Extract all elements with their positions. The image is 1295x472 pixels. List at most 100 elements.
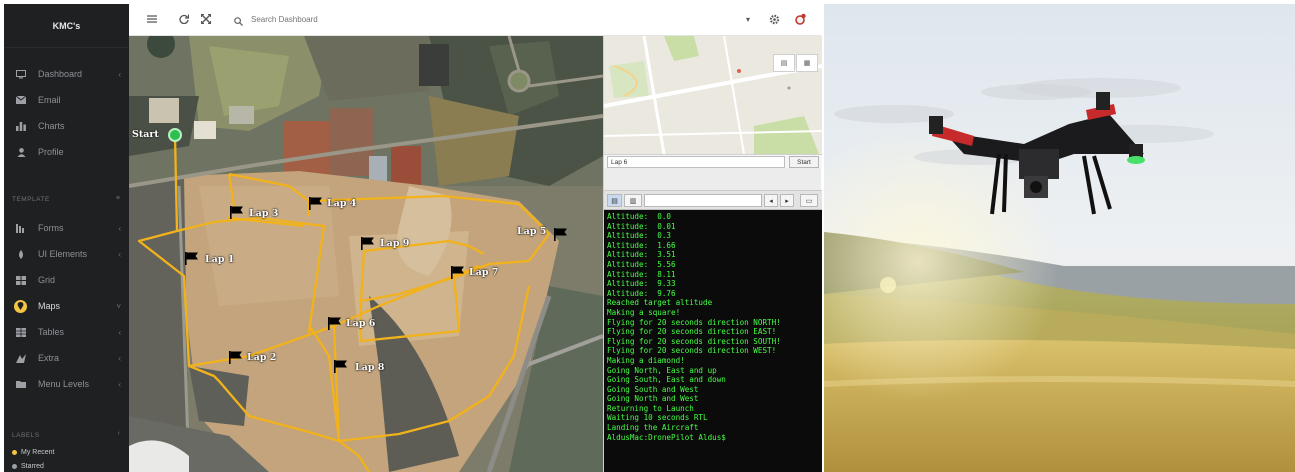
terminal-output[interactable]: Altitude: 0.0 Altitude: 0.01 Altitude: 0…: [604, 210, 822, 472]
sidebar-item-grid[interactable]: Grid: [4, 270, 129, 290]
terminal-line: Altitude: 1.66: [607, 240, 676, 250]
expand-icon[interactable]: [199, 12, 213, 26]
flag-icon[interactable]: [451, 266, 465, 279]
terminal-line: Making a diamond!: [607, 355, 685, 365]
start-marker-icon[interactable]: [168, 128, 182, 142]
flag-icon[interactable]: [554, 228, 568, 241]
satellite-view-button[interactable]: ▦: [796, 54, 818, 72]
drone-over-field-image: [824, 4, 1295, 472]
chevron-left-icon: ‹: [117, 430, 120, 437]
chevron-left-icon: ‹: [118, 353, 121, 363]
terminal-tab-icon[interactable]: ▤: [607, 194, 622, 207]
chevron-icon: ≡: [115, 195, 120, 202]
terminal-line: Reached target altitude: [607, 298, 713, 308]
terminal-line: Altitude: 0.01: [607, 221, 676, 231]
terminal-line: Returning to Launch: [607, 403, 694, 413]
sidebar-item-maps[interactable]: Maps ˅: [4, 296, 129, 316]
extra-icon: [16, 353, 26, 363]
lap-label: Lap 4: [327, 198, 357, 209]
flag-icon[interactable]: [328, 317, 342, 330]
sidebar-item-profile[interactable]: Profile: [4, 142, 129, 162]
sidebar-item-label: UI Elements: [38, 249, 88, 259]
terminal-line: Flying for 20 seconds direction NORTH!: [607, 317, 781, 327]
terminal-toolbar: ▤ ▥ ◂ ▸ ▭: [604, 190, 822, 210]
sidebar-item-extra[interactable]: Extra ‹: [4, 348, 129, 368]
map-view-button[interactable]: ▤: [773, 54, 795, 72]
chevron-down-icon: ˅: [116, 301, 121, 311]
lap-label: Lap 1: [205, 254, 235, 265]
sidebar-item-label: Forms: [38, 223, 64, 233]
lap-label: Lap 6: [346, 318, 376, 329]
sidebar: KMC's Dashboard ‹ Email Charts Profile T…: [4, 4, 129, 472]
terminal-address-field[interactable]: [644, 194, 762, 207]
mission-panel: ▤ ▦ Start ▤ ▥ ◂ ▸ ▭ Altitude: 0.0 Altitu…: [603, 36, 822, 472]
start-button[interactable]: Start: [789, 156, 819, 168]
chevron-left-icon: ‹: [118, 69, 121, 79]
chevron-left-icon: ‹: [118, 379, 121, 389]
sidebar-item-forms[interactable]: Forms ‹: [4, 218, 129, 238]
terminal-line: Altitude: 9.76: [607, 288, 676, 298]
sidebar-item-tables[interactable]: Tables ‹: [4, 322, 129, 342]
folder-icon: [16, 380, 26, 389]
terminal-line: Flying for 20 seconds direction WEST!: [607, 346, 777, 356]
flag-icon[interactable]: [361, 237, 375, 250]
lap-label: Lap 5: [517, 226, 547, 237]
chevron-right-icon[interactable]: ▸: [780, 194, 794, 207]
chevron-left-icon: ‹: [118, 327, 121, 337]
flag-icon[interactable]: [185, 252, 199, 265]
gear-icon[interactable]: [767, 12, 781, 26]
drone-photo: [824, 4, 1295, 472]
lap-label: Lap 2: [247, 352, 277, 363]
road-map[interactable]: ▤ ▦: [604, 36, 822, 154]
terminal-line: Going North and West: [607, 394, 699, 404]
flag-icon[interactable]: [230, 206, 244, 219]
labels-section-label: LABELS: [12, 432, 40, 439]
terminal-line: Altitude: 0.3: [607, 231, 672, 241]
terminal-line: Flying for 20 seconds direction SOUTH!: [607, 336, 781, 346]
search-icon: [234, 13, 243, 31]
terminal-line: Going South and West: [607, 384, 699, 394]
top-bar: ▾: [129, 4, 821, 36]
terminal-line: Altitude: 0.0: [607, 212, 672, 221]
sidebar-item-label: Tables: [38, 327, 65, 337]
sidebar-item-menu-levels[interactable]: Menu Levels ‹: [4, 374, 129, 394]
hamburger-icon[interactable]: [145, 12, 159, 26]
terminal-line: Altitude: 3.51: [607, 250, 676, 260]
chevron-down-icon[interactable]: ▾: [741, 12, 755, 26]
grid-icon: [16, 275, 26, 285]
chevron-left-icon: ‹: [118, 249, 121, 259]
lap-label: Lap 9: [380, 238, 410, 249]
notification-icon[interactable]: [793, 12, 807, 26]
flag-icon[interactable]: [334, 360, 348, 373]
brand-title: KMC's: [4, 4, 129, 48]
screenshot-root: KMC's Dashboard ‹ Email Charts Profile T…: [0, 0, 1295, 472]
label-my-recent[interactable]: My Recent: [12, 449, 54, 456]
table-icon: [16, 327, 26, 337]
sidebar-item-label: Email: [38, 95, 61, 105]
sidebar-item-ui-elements[interactable]: UI Elements ‹: [4, 244, 129, 264]
terminal-line: Going North, East and up: [607, 365, 717, 375]
label-text: My Recent: [21, 449, 55, 456]
start-label: Start: [132, 129, 159, 140]
label-dot-icon: [12, 450, 17, 455]
flag-icon[interactable]: [309, 197, 323, 210]
label-starred[interactable]: Starred: [12, 463, 44, 470]
satellite-map[interactable]: Start Lap 1 Lap 2 Lap 3 Lap 4 Lap 5 Lap …: [129, 36, 603, 472]
flag-icon[interactable]: [229, 351, 243, 364]
lap-input[interactable]: [607, 156, 785, 168]
sidebar-item-label: Maps: [38, 301, 61, 311]
sidebar-item-label: Charts: [38, 121, 65, 131]
new-window-icon[interactable]: ▭: [800, 194, 818, 207]
refresh-icon[interactable]: [177, 12, 191, 26]
map-marker-icon: [14, 299, 27, 313]
terminal-line: Waiting 10 seconds RTL: [607, 413, 708, 423]
sidebar-item-email[interactable]: Email: [4, 90, 129, 110]
ui-elements-icon: [16, 249, 26, 259]
terminal-line: Going South, East and down: [607, 375, 726, 385]
search-input[interactable]: [251, 11, 551, 27]
sidebar-item-dashboard[interactable]: Dashboard ‹: [4, 64, 129, 84]
sidebar-item-charts[interactable]: Charts: [4, 116, 129, 136]
terminal-line: Altitude: 5.56: [607, 259, 676, 269]
terminal-tab-icon[interactable]: ▥: [624, 194, 642, 207]
chevron-left-icon[interactable]: ◂: [764, 194, 778, 207]
